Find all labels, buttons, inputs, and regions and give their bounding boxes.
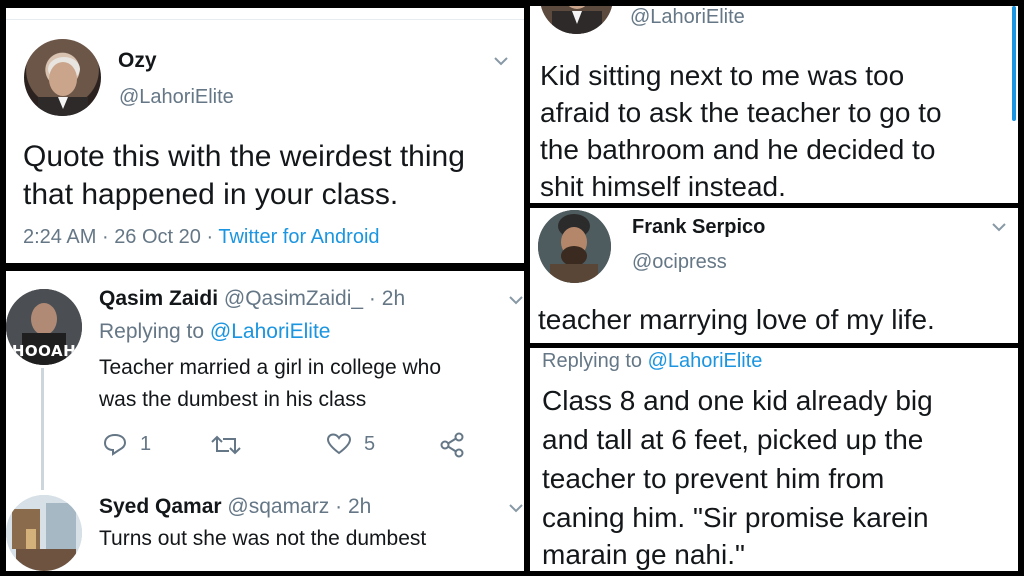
quote-text-line-1: Kid sitting next to me was too (540, 60, 905, 91)
replying-to: Replying to @LahoriElite (99, 320, 330, 344)
quote-text-line-3: the bathroom and he decided to (540, 134, 936, 165)
separator: · (206, 226, 214, 248)
quote-text-line-4: shit himself instead. (540, 171, 786, 202)
reply-text: Turns out she was not the dumbest (99, 527, 427, 550)
quote-text-line-2: afraid to ask the teacher to go to (540, 97, 942, 128)
user-handle[interactable]: @ocipress (632, 251, 727, 274)
avatar-photo (6, 495, 82, 571)
user-name[interactable]: Syed Qamar (99, 495, 222, 518)
reply-age[interactable]: 2h (348, 495, 371, 518)
share-icon[interactable] (439, 432, 465, 458)
quote-tweet-panel: Frank Serpico @ocipress teacher marrying… (530, 208, 1018, 343)
chevron-down-icon[interactable] (992, 222, 1006, 232)
tweet-text-line-2: that happened in your class. (23, 178, 399, 211)
avatar-caption: HOOAH (11, 342, 77, 360)
separator: · (368, 287, 376, 310)
user-handle[interactable]: @LahoriElite (119, 86, 234, 109)
reply-thread-panel: HOOAH Qasim Zaidi @QasimZaidi_ · 2h Repl… (6, 271, 524, 571)
avatar[interactable] (538, 210, 611, 283)
user-name[interactable]: Frank Serpico (632, 216, 765, 239)
tweet-text-line-1: Quote this with the weirdest thing (23, 140, 465, 173)
like-icon (326, 433, 352, 455)
like-action[interactable]: 5 (326, 432, 375, 456)
reply-text-line-2: was the dumbest in his class (99, 388, 367, 411)
like-count: 5 (364, 432, 376, 455)
divider (6, 8, 524, 20)
tweet-time[interactable]: 2:24 AM (23, 226, 96, 248)
replying-to-link[interactable]: @LahoriElite (648, 350, 763, 372)
reply-text-line-3: teacher to prevent him from (542, 463, 885, 494)
quote-text: teacher marrying love of my life. (538, 304, 935, 335)
separator: · (335, 495, 343, 518)
user-handle[interactable]: @sqamarz (227, 495, 329, 518)
reply-panel: Replying to @LahoriElite Class 8 and one… (530, 348, 1018, 571)
user-name[interactable]: Qasim Zaidi (99, 287, 218, 310)
reply-text-line-5: marain ge nahi." (542, 539, 745, 570)
chevron-down-icon[interactable] (509, 503, 523, 513)
reply-header: Qasim Zaidi @QasimZaidi_ · 2h (99, 287, 405, 311)
chevron-down-icon[interactable] (509, 295, 523, 305)
avatar[interactable]: HOOAH (6, 289, 82, 365)
separator: · (101, 226, 109, 248)
tweet-meta: 2:24 AM · 26 Oct 20 · Twitter for Androi… (23, 226, 380, 249)
user-handle[interactable]: @QasimZaidi_ (224, 287, 363, 310)
tweet-date[interactable]: 26 Oct 20 (114, 226, 201, 248)
avatar-portrait (540, 6, 613, 34)
replying-to-prefix: Replying to (99, 320, 205, 343)
avatar[interactable] (540, 6, 613, 34)
replying-to-prefix: Replying to (542, 350, 643, 372)
reply-age[interactable]: 2h (382, 287, 405, 310)
reply-action[interactable]: 1 (102, 432, 151, 456)
user-handle[interactable]: @LahoriElite (630, 6, 745, 29)
reply-count: 1 (140, 432, 152, 455)
replying-to-link[interactable]: @LahoriElite (210, 320, 331, 343)
replying-to: Replying to @LahoriElite (542, 350, 762, 373)
reply-text-line-4: caning him. "Sir promise karein (542, 502, 929, 533)
original-tweet-panel: Ozy @LahoriElite Quote this with the wei… (6, 8, 524, 263)
reply-text-line-2: and tall at 6 feet, picked up the (542, 424, 924, 455)
chevron-down-icon[interactable] (494, 56, 508, 66)
quote-tweet-panel: @LahoriElite Kid sitting next to me was … (530, 6, 1018, 203)
avatar-portrait (538, 210, 611, 283)
scrollbar[interactable] (1012, 6, 1016, 121)
reply-icon (103, 433, 127, 456)
reply-header: Syed Qamar @sqamarz · 2h (99, 495, 371, 519)
thread-line (41, 368, 44, 490)
avatar[interactable] (6, 495, 82, 571)
retweet-icon[interactable] (209, 434, 243, 456)
avatar-portrait (38, 57, 88, 116)
avatar[interactable] (24, 39, 101, 116)
reply-text-line-1: Class 8 and one kid already big (542, 385, 933, 416)
tweet-source[interactable]: Twitter for Android (218, 226, 379, 248)
reply-text-line-1: Teacher married a girl in college who (99, 356, 441, 379)
user-name[interactable]: Ozy (118, 49, 157, 73)
